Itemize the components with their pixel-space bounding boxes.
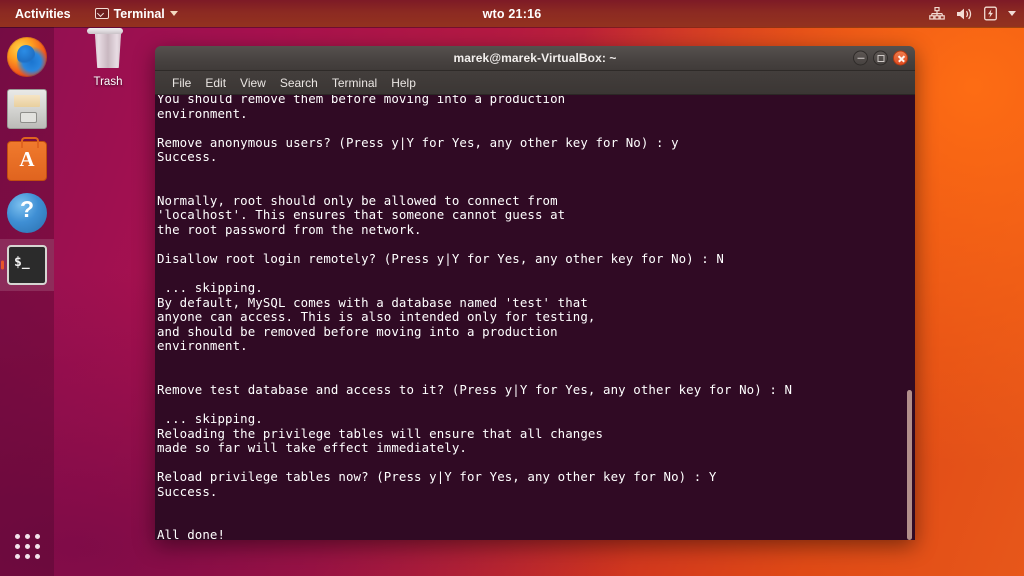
terminal-line: By default, MySQL comes with a database … [157, 294, 588, 310]
terminal-line: anyone can access. This is also intended… [157, 309, 596, 325]
menu-search[interactable]: Search [273, 74, 325, 92]
minimize-button[interactable] [853, 50, 868, 66]
menu-terminal[interactable]: Terminal [325, 74, 384, 92]
terminal-scrollbar[interactable] [903, 95, 914, 540]
desktop-icon-trash[interactable]: Trash [80, 28, 136, 88]
ubuntu-software-icon [7, 137, 47, 181]
terminal-icon [7, 245, 47, 285]
menu-help[interactable]: Help [384, 74, 423, 92]
trash-icon [87, 28, 126, 72]
terminal-line: environment. [157, 338, 248, 354]
dock-item-terminal[interactable] [0, 239, 54, 291]
menu-view[interactable]: View [233, 74, 273, 92]
dock-item-files[interactable] [0, 83, 54, 135]
terminal-line: ... skipping. [157, 280, 263, 296]
dock-item-firefox[interactable] [0, 31, 54, 83]
window-titlebar[interactable]: marek@marek-VirtualBox: ~ [155, 46, 915, 71]
terminal-line: You should remove them before moving int… [157, 95, 566, 106]
trash-label: Trash [93, 76, 123, 88]
terminal-line: made so far will take effect immediately… [157, 440, 467, 456]
volume-icon [957, 8, 972, 19]
terminal-line: Reloading the privilege tables will ensu… [157, 425, 604, 441]
clock-button[interactable]: wto 21:16 [0, 7, 1024, 21]
terminal-line: ... skipping. [157, 411, 263, 427]
system-indicators[interactable] [929, 6, 1016, 21]
gnome-top-bar: Activities Terminal wto 21:16 [0, 0, 1024, 27]
terminal-line: 'localhost'. This ensures that someone c… [157, 207, 566, 223]
maximize-button[interactable] [873, 50, 888, 66]
files-icon [7, 89, 47, 129]
terminal-line: All done! [157, 527, 226, 540]
terminal-line: Success. [157, 149, 218, 165]
scrollbar-thumb[interactable] [907, 390, 912, 540]
show-applications-button[interactable] [0, 524, 54, 568]
terminal-menubar: File Edit View Search Terminal Help [155, 71, 915, 95]
close-button[interactable] [893, 50, 908, 66]
battery-icon [984, 6, 997, 21]
terminal-line: Remove anonymous users? (Press y|Y for Y… [157, 134, 679, 150]
app-grid-icon [14, 533, 40, 559]
terminal-line: Reload privilege tables now? (Press y|Y … [157, 469, 717, 485]
dock-item-help[interactable] [0, 187, 54, 239]
terminal-text: You should remove them before moving int… [157, 95, 901, 540]
terminal-line: and should be removed before moving into… [157, 323, 558, 339]
terminal-line: environment. [157, 105, 248, 121]
menu-edit[interactable]: Edit [198, 74, 233, 92]
dock-item-software[interactable] [0, 135, 54, 187]
ubuntu-dock [0, 27, 54, 576]
clock-label: wto 21:16 [482, 6, 542, 21]
terminal-line: Normally, root should only be allowed to… [157, 192, 558, 208]
window-title: marek@marek-VirtualBox: ~ [453, 51, 617, 65]
window-controls [853, 50, 908, 66]
terminal-line: Disallow root login remotely? (Press y|Y… [157, 251, 724, 267]
network-icon [929, 6, 945, 20]
help-icon [7, 193, 47, 233]
terminal-line: Remove test database and access to it? (… [157, 381, 793, 397]
menu-file[interactable]: File [165, 74, 198, 92]
terminal-line: the root password from the network. [157, 221, 422, 237]
terminal-line: Success. [157, 483, 218, 499]
system-menu-chevron-icon[interactable] [1008, 11, 1016, 16]
terminal-output-area[interactable]: You should remove them before moving int… [155, 95, 915, 540]
firefox-icon [7, 37, 47, 77]
terminal-window: marek@marek-VirtualBox: ~ File Edit View… [155, 46, 915, 540]
